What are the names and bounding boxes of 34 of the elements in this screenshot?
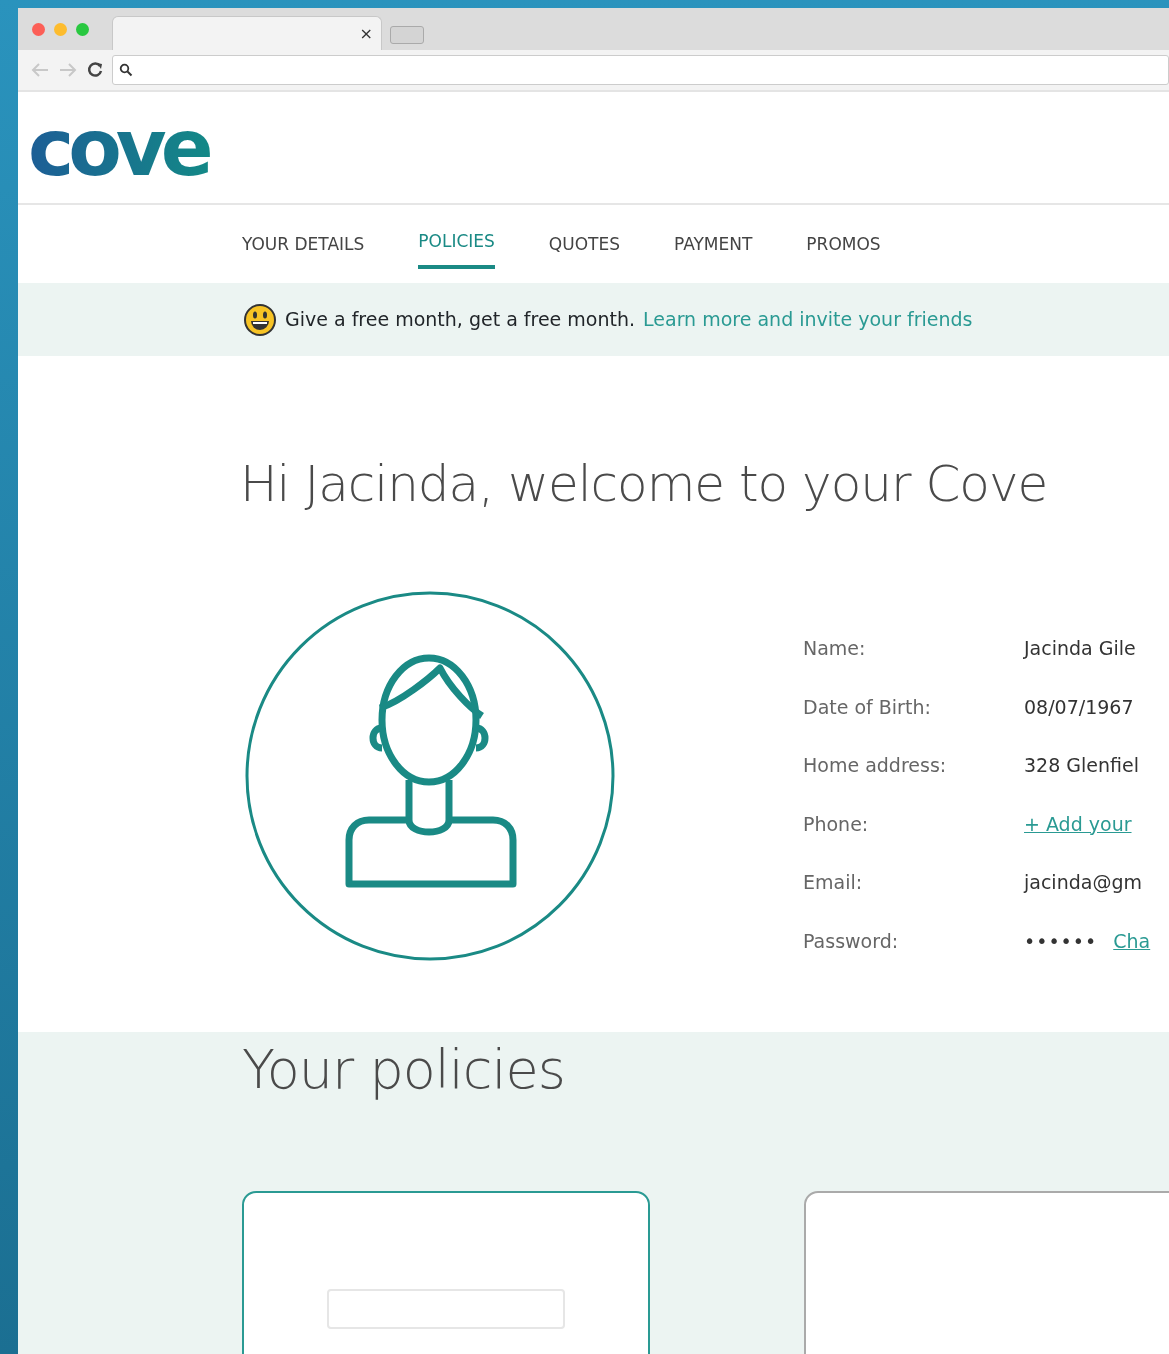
field-label: Email: <box>803 870 864 895</box>
reload-icon[interactable] <box>86 61 104 79</box>
address-field[interactable] <box>112 55 1169 85</box>
field-label: Password: <box>803 928 900 954</box>
section-heading: Your policies <box>242 1038 566 1103</box>
field-value: Jacinda Gile <box>1024 636 1137 661</box>
smiley-icon <box>243 302 277 337</box>
field-label: Home address: <box>803 753 948 778</box>
tab-close-button[interactable]: × <box>359 25 373 42</box>
nav-tab[interactable]: POLICIES <box>418 213 495 269</box>
avatar-icon <box>244 590 616 962</box>
new-tab-button[interactable] <box>390 26 424 44</box>
nav-tab[interactable]: YOUR DETAILS <box>242 216 365 272</box>
search-icon <box>119 63 133 77</box>
maximize-window-icon[interactable] <box>76 22 89 36</box>
field-label: Name: <box>803 636 867 661</box>
nav-tab[interactable]: PAYMENT <box>673 216 753 272</box>
greeting-heading: Hi Jacinda, welcome to your Cove <box>239 454 1049 514</box>
back-arrow-icon[interactable] <box>30 62 50 78</box>
close-window-icon[interactable] <box>32 22 45 36</box>
policy-card[interactable] <box>242 1190 650 1354</box>
forward-arrow-icon[interactable] <box>58 62 78 78</box>
nav-tab[interactable]: QUOTES <box>548 216 620 272</box>
field-value: jacinda@gm <box>1024 870 1143 895</box>
promo-text: Give a free month, get a free month. <box>285 307 636 333</box>
minimize-window-icon[interactable] <box>54 22 67 36</box>
nav-tab[interactable]: PROMOS <box>806 216 881 272</box>
field-value: 328 Glenfiel <box>1024 753 1140 778</box>
password-value: •••••• <box>1024 929 1098 952</box>
field-label: Date of Birth: <box>803 694 932 720</box>
field-label: Phone: <box>803 811 870 837</box>
change-password-link[interactable]: Cha <box>1113 929 1151 952</box>
field-value: 08/07/1967 <box>1024 694 1135 720</box>
browser-tab[interactable]: × <box>112 16 382 50</box>
